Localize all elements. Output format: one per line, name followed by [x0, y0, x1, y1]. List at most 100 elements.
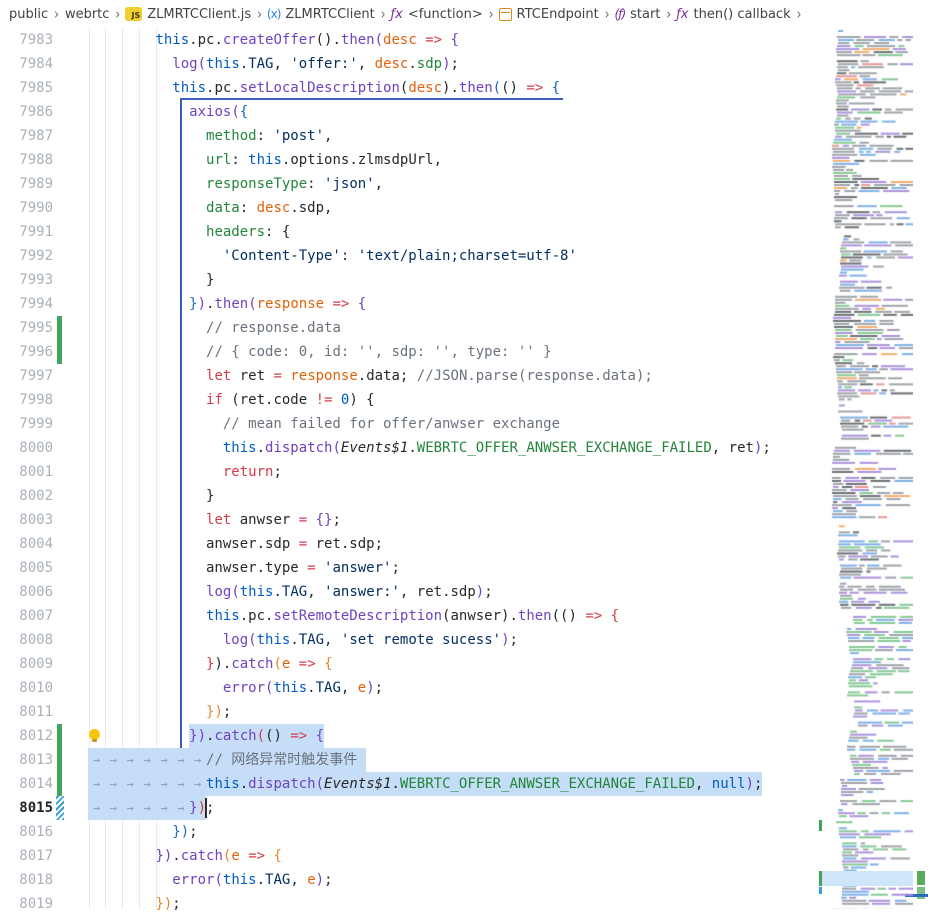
line-number[interactable]: 8002: [0, 484, 53, 508]
code-line[interactable]: 8009 }).catch(e => {: [0, 652, 820, 676]
code-line[interactable]: 7991 headers: {: [0, 220, 820, 244]
breadcrumb-item-start[interactable]: (ƒ)start: [615, 7, 662, 22]
breadcrumb-item--function-[interactable]: ƒx<function>: [391, 7, 484, 22]
line-number[interactable]: 8017: [0, 844, 53, 868]
whitespace-tab-arrow: →: [155, 772, 172, 796]
overview-ruler[interactable]: [913, 28, 928, 909]
breadcrumb-item-rtcendpoint[interactable]: RTCEndpoint: [499, 7, 600, 22]
line-number[interactable]: 7993: [0, 268, 53, 292]
code-line[interactable]: 7993 }: [0, 268, 820, 292]
line-number[interactable]: 7987: [0, 124, 53, 148]
line-number[interactable]: 8006: [0, 580, 53, 604]
line-number[interactable]: 7983: [0, 28, 53, 52]
code-line[interactable]: 8008 log(this.TAG, 'set remote sucess');: [0, 628, 820, 652]
minimap-diff-mark: [819, 820, 822, 831]
code-line[interactable]: 8002 }: [0, 484, 820, 508]
code-line[interactable]: 8005 anwser.type = 'answer';: [0, 556, 820, 580]
code-line[interactable]: 7985 this.pc.setLocalDescription(desc).t…: [0, 76, 820, 100]
whitespace-tab-arrow: →: [139, 748, 156, 772]
code-line[interactable]: 7988 url: this.options.zlmsdpUrl,: [0, 148, 820, 172]
line-number[interactable]: 7990: [0, 196, 53, 220]
code-line[interactable]: 8017 }).catch(e => {: [0, 844, 820, 868]
code-line[interactable]: 8011 });: [0, 700, 820, 724]
code-line[interactable]: 8004 anwser.sdp = ret.sdp;: [0, 532, 820, 556]
code-line[interactable]: 8019 });: [0, 892, 820, 916]
text-cursor: [205, 798, 207, 818]
gutter-modified-indicator[interactable]: [56, 796, 64, 820]
breadcrumb-label: ZLMRTCClient: [284, 7, 375, 22]
line-number[interactable]: 8008: [0, 628, 53, 652]
code-line[interactable]: 7994 }).then(response => {: [0, 292, 820, 316]
code-line[interactable]: 8012 }).catch(() => {: [0, 724, 820, 748]
breadcrumb-label: webrtc: [64, 7, 110, 22]
line-number[interactable]: 7991: [0, 220, 53, 244]
code-line[interactable]: 8007 this.pc.setRemoteDescription(anwser…: [0, 604, 820, 628]
whitespace-tab-arrow: →: [122, 796, 139, 820]
symbol-variable-icon: (x): [267, 7, 280, 21]
line-number[interactable]: 7999: [0, 412, 53, 436]
code-line[interactable]: 7998 if (ret.code != 0) {: [0, 388, 820, 412]
code-text: method: 'post',: [88, 124, 332, 148]
line-number[interactable]: 8004: [0, 532, 53, 556]
line-number[interactable]: 7996: [0, 340, 53, 364]
line-number[interactable]: 8014: [0, 772, 53, 796]
whitespace-tab-arrow: →: [189, 772, 206, 796]
code-line[interactable]: 8018 error(this.TAG, e);: [0, 868, 820, 892]
line-number[interactable]: 8010: [0, 676, 53, 700]
line-number[interactable]: 7994: [0, 292, 53, 316]
code-line[interactable]: 8003 let anwser = {};: [0, 508, 820, 532]
code-line[interactable]: 7999 // mean failed for offer/anwser exc…: [0, 412, 820, 436]
line-number[interactable]: 8015: [0, 796, 53, 820]
code-line[interactable]: 8010 error(this.TAG, e);: [0, 676, 820, 700]
code-line[interactable]: 8006 log(this.TAG, 'answer:', ret.sdp);: [0, 580, 820, 604]
line-number[interactable]: 8005: [0, 556, 53, 580]
line-number[interactable]: 8019: [0, 892, 53, 916]
line-number[interactable]: 7986: [0, 100, 53, 124]
line-number[interactable]: 7998: [0, 388, 53, 412]
minimap-selection-highlight: [821, 871, 913, 886]
whitespace-tab-arrow: →: [122, 772, 139, 796]
code-line[interactable]: 8001 return;: [0, 460, 820, 484]
lightbulb-icon[interactable]: [89, 729, 100, 740]
code-line[interactable]: 8000 this.dispatch(Events$1.WEBRTC_OFFER…: [0, 436, 820, 460]
line-number[interactable]: 8009: [0, 652, 53, 676]
line-number[interactable]: 8012: [0, 724, 53, 748]
line-number[interactable]: 7997: [0, 364, 53, 388]
code-line[interactable]: 8016 });: [0, 820, 820, 844]
line-number[interactable]: 8018: [0, 868, 53, 892]
line-number[interactable]: 8003: [0, 508, 53, 532]
gutter-added-indicator[interactable]: [57, 316, 62, 364]
line-number[interactable]: 8016: [0, 820, 53, 844]
symbol-method-icon: ƒx: [676, 7, 688, 22]
line-number[interactable]: 7995: [0, 316, 53, 340]
line-number[interactable]: 7989: [0, 172, 53, 196]
breadcrumb-label: then() callback: [693, 7, 792, 22]
line-number[interactable]: 7988: [0, 148, 53, 172]
code-line[interactable]: 7997 let ret = response.data; //JSON.par…: [0, 364, 820, 388]
code-line[interactable]: 7995 // response.data: [0, 316, 820, 340]
line-number[interactable]: 8001: [0, 460, 53, 484]
code-line[interactable]: 7983 this.pc.createOffer().then(desc => …: [0, 28, 820, 52]
code-line[interactable]: 7989 responseType: 'json',: [0, 172, 820, 196]
line-number[interactable]: 8013: [0, 748, 53, 772]
breadcrumb-item-public[interactable]: public: [8, 7, 49, 22]
code-editor[interactable]: →→→→→→→→→→→→→→→→→→→→ 7983 this.pc.create…: [0, 28, 928, 909]
code-line[interactable]: 7986 axios({: [0, 100, 820, 124]
breadcrumb-item-webrtc[interactable]: webrtc: [64, 7, 110, 22]
line-number[interactable]: 8011: [0, 700, 53, 724]
line-number[interactable]: 8007: [0, 604, 53, 628]
breadcrumb-item-zlmrtcclient-js[interactable]: JSZLMRTCClient.js: [125, 7, 252, 22]
code-line[interactable]: 7992 'Content-Type': 'text/plain;charset…: [0, 244, 820, 268]
minimap[interactable]: [820, 28, 913, 909]
breadcrumb-item-then-callback[interactable]: ƒx then() callback: [676, 7, 791, 22]
line-number[interactable]: 7984: [0, 52, 53, 76]
gutter-added-indicator[interactable]: [57, 724, 62, 796]
breadcrumb-item-zlmrtcclient[interactable]: (x) ZLMRTCClient: [267, 7, 376, 22]
code-line[interactable]: 7987 method: 'post',: [0, 124, 820, 148]
code-line[interactable]: 7984 log(this.TAG, 'offer:', desc.sdp);: [0, 52, 820, 76]
code-line[interactable]: 7996 // { code: 0, id: '', sdp: '', type…: [0, 340, 820, 364]
line-number[interactable]: 8000: [0, 436, 53, 460]
line-number[interactable]: 7992: [0, 244, 53, 268]
line-number[interactable]: 7985: [0, 76, 53, 100]
code-line[interactable]: 7990 data: desc.sdp,: [0, 196, 820, 220]
